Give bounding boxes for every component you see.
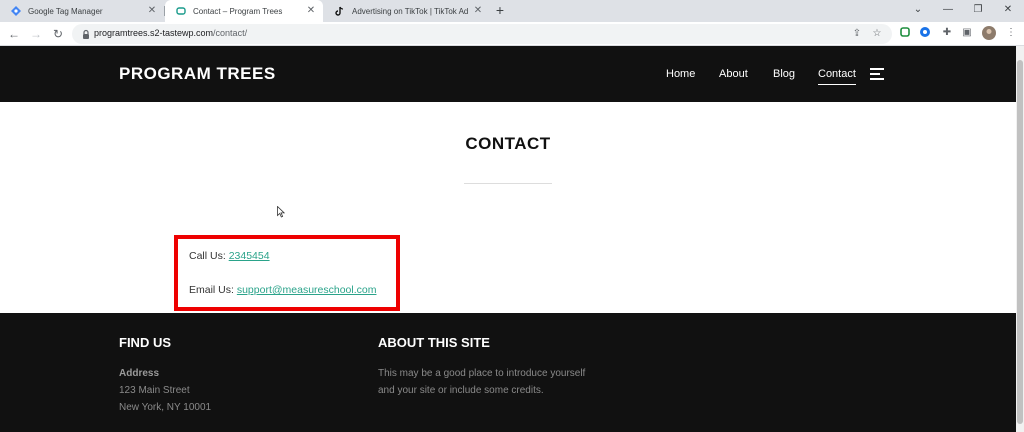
share-icon[interactable]: ⇪ <box>850 27 864 41</box>
close-tab-icon[interactable]: ✕ <box>472 5 484 17</box>
tab-contact-program-trees[interactable]: Contact – Program Trees ✕ <box>165 0 323 22</box>
about-site-heading: ABOUT THIS SITE <box>378 335 490 350</box>
tab-title: Contact – Program Trees <box>193 6 283 16</box>
close-tab-icon[interactable]: ✕ <box>146 5 158 17</box>
address-bar[interactable]: programtrees.s2-tastewp.com/contact/ ⇪ ☆ <box>72 24 892 44</box>
site-footer: FIND US Address 123 Main Street New York… <box>0 313 1016 432</box>
scrollbar-thumb[interactable] <box>1017 60 1023 424</box>
site-favicon-icon <box>176 6 186 16</box>
site-logo[interactable]: PROGRAM TREES <box>119 64 276 84</box>
google-tag-manager-icon <box>11 6 21 16</box>
email-us-label: Email Us: <box>189 284 237 296</box>
tab-strip: Google Tag Manager ✕ Contact – Program T… <box>0 0 1024 22</box>
tab-google-tag-manager[interactable]: Google Tag Manager ✕ <box>0 0 164 22</box>
nav-contact[interactable]: Contact <box>818 68 856 85</box>
about-line-1: This may be a good place to introduce yo… <box>378 368 586 379</box>
site-header: PROGRAM TREES Home About Blog Contact <box>0 46 1016 102</box>
side-panel-icon[interactable]: ▣ <box>960 26 974 40</box>
address-line-1: 123 Main Street <box>119 385 190 396</box>
forward-icon[interactable]: → <box>28 26 44 42</box>
tab-tiktok-ads[interactable]: Advertising on TikTok | TikTok Ad ✕ <box>324 0 490 22</box>
nav-blog[interactable]: Blog <box>773 68 795 80</box>
tab-search-icon[interactable]: ⌄ <box>910 2 926 18</box>
close-window-icon[interactable]: ✕ <box>1000 2 1016 18</box>
minimize-icon[interactable]: — <box>940 2 956 18</box>
nav-about[interactable]: About <box>719 68 748 80</box>
close-tab-icon[interactable]: ✕ <box>305 5 317 17</box>
tab-title: Advertising on TikTok | TikTok Ad <box>352 6 469 16</box>
new-tab-button[interactable]: + <box>492 2 508 18</box>
highlight-box <box>174 235 400 311</box>
about-line-2: and your site or include some credits. <box>378 385 544 396</box>
menu-hamburger-icon[interactable] <box>870 68 884 80</box>
find-us-heading: FIND US <box>119 335 171 350</box>
about-site-text: This may be a good place to introduce yo… <box>378 365 585 399</box>
tiktok-icon <box>335 6 345 16</box>
restore-icon[interactable]: ❐ <box>970 2 986 18</box>
url-path: /contact/ <box>213 28 248 38</box>
extensions-puzzle-icon[interactable]: ✚ <box>940 26 954 40</box>
lock-icon <box>80 28 92 40</box>
nav-home[interactable]: Home <box>666 68 695 80</box>
call-us-line: Call Us: 2345454 <box>189 250 270 262</box>
browser-toolbar: ← → ↻ programtrees.s2-tastewp.com/contac… <box>0 22 1024 46</box>
call-us-label: Call Us: <box>189 250 229 262</box>
email-us-line: Email Us: support@measureschool.com <box>189 284 376 296</box>
tab-title: Google Tag Manager <box>28 6 103 16</box>
page-title: CONTACT <box>465 134 551 153</box>
address-block: Address 123 Main Street New York, NY 100… <box>119 365 211 416</box>
email-link[interactable]: support@measureschool.com <box>237 284 377 296</box>
browser-menu-icon[interactable]: ⋮ <box>1004 26 1018 40</box>
reload-icon[interactable]: ↻ <box>50 26 66 42</box>
title-divider <box>464 183 552 184</box>
address-label: Address <box>119 368 160 379</box>
extension-green-icon[interactable] <box>898 26 912 40</box>
phone-link[interactable]: 2345454 <box>229 250 270 262</box>
url-text: programtrees.s2-tastewp.com/contact/ <box>94 28 247 38</box>
mouse-cursor-icon <box>277 205 286 218</box>
address-line-2: New York, NY 10001 <box>119 402 212 413</box>
url-host: programtrees.s2-tastewp.com <box>94 28 214 38</box>
bookmark-star-icon[interactable]: ☆ <box>870 27 884 41</box>
back-icon[interactable]: ← <box>6 26 22 42</box>
profile-avatar[interactable] <box>982 26 996 40</box>
extension-blue-icon[interactable] <box>918 26 932 40</box>
